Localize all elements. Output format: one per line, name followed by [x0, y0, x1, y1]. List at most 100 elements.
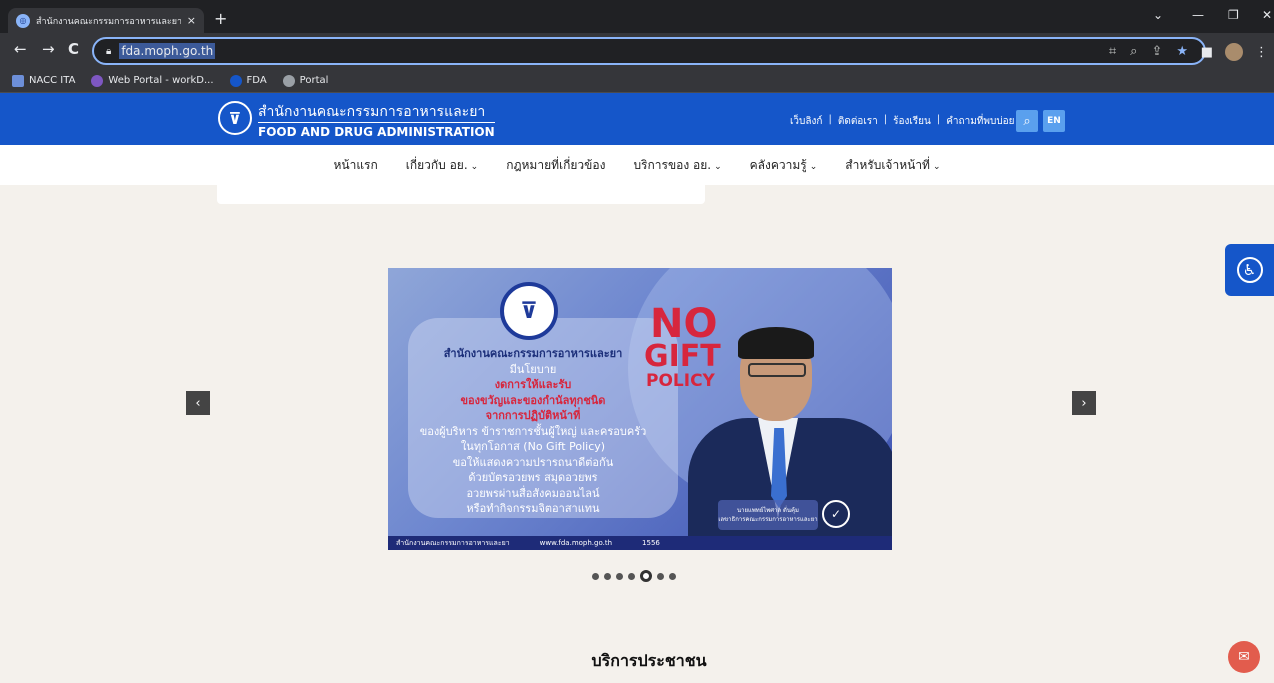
- url-text[interactable]: fda.moph.go.th: [119, 43, 216, 59]
- link-faq[interactable]: คำถามที่พบบ่อย: [946, 114, 1014, 129]
- fda-logo-icon: ⊽: [500, 282, 558, 340]
- name-plate-line: เลขาธิการคณะกรรมการอาหารและยา: [718, 516, 818, 523]
- lock-icon[interactable]: 🔒︎: [106, 46, 111, 57]
- footer-hotline: 1556: [642, 539, 660, 547]
- bookmark-label: NACC ITA: [29, 75, 76, 86]
- bookmark-nacc-ita[interactable]: NACC ITA: [12, 74, 76, 87]
- top-links: เว็บลิงก์ | ติดต่อเรา | ร้องเรียน | คำถา…: [790, 114, 1015, 129]
- search-button[interactable]: ⌕: [1016, 110, 1038, 132]
- main-nav: หน้าแรก เกี่ยวกับ อย. ⌄ กฎหมายที่เกี่ยวข้…: [0, 145, 1274, 185]
- footer-org: สำนักงานคณะกรรมการอาหารและยา: [396, 538, 510, 547]
- bookmark-star-icon[interactable]: ★: [1176, 44, 1188, 59]
- chat-button[interactable]: ✉: [1228, 641, 1260, 673]
- carousel-dot[interactable]: [628, 572, 635, 580]
- chevron-down-icon: ⌄: [809, 161, 818, 172]
- nav-laws[interactable]: กฎหมายที่เกี่ยวข้อง: [506, 156, 605, 175]
- name-plate: นายแพทย์ไพศาล ดั่นคุ้ม เลขาธิการคณะกรรมก…: [718, 500, 818, 530]
- minimize-icon[interactable]: —: [1192, 8, 1204, 22]
- chevron-right-icon: ›: [1081, 395, 1087, 411]
- bookmark-label: Portal: [299, 75, 329, 86]
- translate-icon[interactable]: ⌗: [1109, 44, 1116, 59]
- slide-line: ของผู้บริหาร ข้าราชการชั้นผู้ใหญ่ และครอ…: [419, 424, 647, 438]
- chevron-down-icon: ⌄: [714, 161, 722, 172]
- bookmark-portal[interactable]: Portal: [282, 74, 329, 87]
- nav-label: สำหรับเจ้าหน้าที่: [845, 157, 930, 172]
- bookmark-web-portal[interactable]: Web Portal - workD...: [91, 74, 214, 87]
- footer-website: www.fda.moph.go.th: [539, 539, 613, 547]
- nav-label: คลังความรู้: [749, 157, 807, 172]
- fda-icon: [229, 74, 242, 87]
- nav-staff[interactable]: สำหรับเจ้าหน้าที่ ⌄: [845, 156, 940, 175]
- language-en-button[interactable]: EN: [1043, 110, 1065, 132]
- org-name-thai[interactable]: สำนักงานคณะกรรมการอาหารและยา: [258, 101, 485, 123]
- tab-close-icon[interactable]: ×: [187, 14, 196, 27]
- slide-line: สำนักงานคณะกรรมการอาหารและยา: [443, 347, 623, 360]
- bookmarks-bar: NACC ITA Web Portal - workD... FDA Porta…: [0, 69, 1274, 93]
- address-bar[interactable]: 🔒︎ fda.moph.go.th ⌗ ⌕ ⇪ ★: [92, 37, 1206, 65]
- fda-logo-icon[interactable]: ⊽: [218, 101, 252, 135]
- share-icon[interactable]: ⇪: [1151, 44, 1162, 59]
- nav-knowledge[interactable]: คลังความรู้ ⌄: [750, 156, 818, 175]
- bookmark-fda[interactable]: FDA: [229, 74, 267, 87]
- separator: |: [936, 114, 941, 125]
- slide-line: ขอให้แสดงความปรารถนาดีต่อกัน: [452, 455, 614, 469]
- nav-home[interactable]: หน้าแรก: [333, 156, 377, 175]
- link-weblinks[interactable]: เว็บลิงก์: [790, 114, 822, 129]
- tab-search-icon[interactable]: ⌄: [1153, 8, 1163, 22]
- nacc-icon: [12, 74, 24, 87]
- chevron-down-icon: ⌄: [932, 161, 941, 172]
- carousel-indicators: [592, 570, 676, 582]
- new-tab-button[interactable]: +: [214, 11, 227, 27]
- portal-icon: [91, 74, 104, 87]
- nav-label: บริการของ อย.: [633, 157, 712, 172]
- site-header: ⊽ สำนักงานคณะกรรมการอาหารและยา FOOD AND …: [0, 93, 1274, 145]
- carousel-dot[interactable]: [604, 572, 611, 580]
- slide-line: จากการปฏิบัติหน้าที่: [485, 409, 581, 422]
- slide-line: อวยพรผ่านสื่อสังคมออนไลน์: [466, 486, 600, 500]
- zoom-icon[interactable]: ⌕: [1130, 44, 1137, 59]
- carousel-dot[interactable]: [657, 572, 664, 580]
- carousel-dot[interactable]: [592, 572, 599, 580]
- separator: |: [828, 114, 832, 125]
- accessibility-icon: ♿︎: [1236, 257, 1263, 283]
- slide-line: ในทุกโอกาส (No Gift Policy): [460, 440, 606, 453]
- carousel-slide[interactable]: ⊽ สำนักงานคณะกรรมการอาหารและยา มีนโยบาย …: [388, 268, 892, 550]
- nav-label: หน้าแรก: [333, 157, 378, 172]
- slide-footer: สำนักงานคณะกรรมการอาหารและยา www.fda.mop…: [388, 536, 892, 550]
- globe-icon: [282, 74, 295, 87]
- chat-icon: ✉: [1238, 649, 1250, 665]
- menu-icon[interactable]: ⋮: [1255, 45, 1268, 60]
- nav-label: เกี่ยวกับ อย.: [405, 157, 468, 172]
- back-icon[interactable]: ←: [14, 42, 27, 57]
- nav-panel: [217, 185, 705, 204]
- carousel-dot[interactable]: [616, 572, 623, 580]
- browser-tab[interactable]: ◎ สำนักงานคณะกรรมการอาหารและยา ×: [8, 8, 204, 33]
- bookmark-label: Web Portal - workD...: [108, 75, 214, 86]
- restore-icon[interactable]: ❐: [1228, 8, 1239, 22]
- nav-services[interactable]: บริการของ อย. ⌄: [633, 156, 721, 175]
- chevron-down-icon: ⌄: [470, 161, 479, 172]
- carousel-prev-button[interactable]: ‹: [186, 391, 210, 415]
- fda-favicon-icon: ◎: [16, 13, 30, 28]
- nav-label: กฎหมายที่เกี่ยวข้อง: [506, 157, 606, 172]
- slide-message: สำนักงานคณะกรรมการอาหารและยา มีนโยบาย งด…: [388, 346, 678, 517]
- slide-line: ด้วยบัตรอวยพร สมุดอวยพร: [468, 471, 598, 484]
- fda-small-logo-icon: ✓: [822, 500, 850, 528]
- forward-icon[interactable]: →: [42, 42, 55, 57]
- nav-about[interactable]: เกี่ยวกับ อย. ⌄: [406, 156, 478, 175]
- link-contact[interactable]: ติดต่อเรา: [838, 114, 878, 129]
- slide-line: ของขวัญและของกำนัลทุกชนิด: [460, 393, 606, 407]
- carousel-dot-active[interactable]: [640, 570, 652, 582]
- accessibility-button[interactable]: ♿︎: [1225, 244, 1274, 296]
- carousel-next-button[interactable]: ›: [1072, 391, 1096, 415]
- search-icon: ⌕: [1023, 113, 1031, 129]
- side-panel-icon[interactable]: ■: [1201, 45, 1213, 60]
- bookmark-label: FDA: [246, 75, 267, 86]
- org-name-english[interactable]: FOOD AND DRUG ADMINISTRATION: [258, 122, 495, 139]
- reload-icon[interactable]: C: [68, 42, 79, 57]
- profile-avatar[interactable]: [1225, 43, 1243, 61]
- carousel-dot[interactable]: [669, 572, 676, 580]
- close-window-icon[interactable]: ✕: [1262, 8, 1272, 22]
- link-complaint[interactable]: ร้องเรียน: [893, 114, 931, 129]
- section-title: บริการประชาชน: [591, 651, 707, 670]
